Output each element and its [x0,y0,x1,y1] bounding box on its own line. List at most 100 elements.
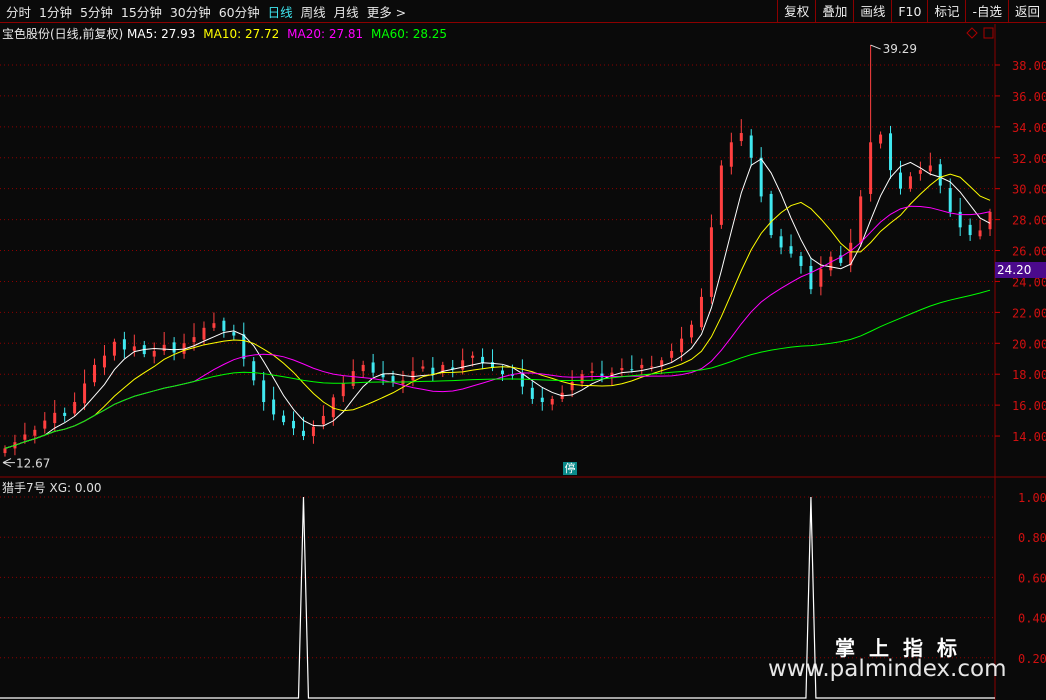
candle-body [520,373,524,387]
low-arrow-icon [2,458,15,468]
candle-body [908,176,912,189]
ma20-line [4,205,991,449]
candle-body [232,332,236,336]
candle-body [461,360,465,370]
sub-y-tick-label: 0.80 [1018,531,1046,545]
ma10-line [4,173,991,449]
y-tick-label: 34.00 [1012,121,1046,135]
candle-body [361,364,365,372]
candle-body [988,211,992,230]
candle-body [819,269,823,287]
candle-body [859,196,863,243]
candle-body [530,387,534,399]
candle-body [132,346,136,351]
candle-body [471,355,475,358]
candle-body [301,430,305,437]
candle-body [968,224,972,236]
candle-body [3,448,7,454]
candle-body [93,364,97,383]
candle-body [928,165,932,172]
candle-body [391,376,395,382]
candle-body [202,327,206,340]
candle-body [252,361,256,381]
y-tick-label: 16.00 [1012,399,1046,413]
candle-body [212,323,216,328]
candle-body [680,338,684,353]
candle-body [411,371,415,381]
candle-body [43,420,47,429]
candle-body [640,364,644,369]
candle-body [172,342,176,353]
sub-y-tick-label: 0.20 [1018,652,1046,666]
y-tick-label: 26.00 [1012,245,1046,259]
suspend-marker[interactable]: 停 [563,462,577,475]
candle-body [879,134,883,144]
candle-body [918,170,922,174]
candle-body [809,265,813,290]
y-tick-label: 14.00 [1012,430,1046,444]
candle-body [272,399,276,415]
candle-body [869,142,873,194]
candle-body [371,362,375,373]
candle-body [938,164,942,186]
candle-body [620,368,624,371]
candle-body [749,135,753,158]
candle-body [112,341,116,356]
candle-body [759,157,763,197]
panel-toggle-icon [983,27,994,39]
candle-body [670,351,674,358]
candle-body [63,412,67,416]
candle-body [102,355,106,368]
sub-y-tick-label: 0.40 [1018,612,1046,626]
candle-body [978,230,982,237]
candle-body [431,367,435,375]
candle-body [699,296,703,328]
sub-y-tick-label: 0.60 [1018,571,1046,585]
candle-body [540,397,544,403]
candle-body [709,227,713,297]
candle-body [152,351,156,357]
candle-body [500,370,504,375]
candle-body [550,398,554,405]
candle-body [580,374,584,384]
candle-body [690,324,694,338]
candle-body [242,334,246,359]
candle-body [630,369,634,371]
y-tick-label: 18.00 [1012,368,1046,382]
candle-body [789,246,793,254]
y-tick-label: 30.00 [1012,183,1046,197]
candle-body [719,165,723,225]
candle-body [282,415,286,423]
low-price-label: 12.67 [16,457,50,471]
candle-body [262,380,266,403]
candle-body [321,415,325,425]
candle-body [590,371,594,373]
candle-body [162,344,166,352]
candle-body [351,371,355,386]
y-tick-label: 38.00 [1012,59,1046,73]
candle-body [889,133,893,171]
y-tick-label: 36.00 [1012,90,1046,104]
current-price-tag: 24.20 [995,262,1046,278]
y-tick-label: 32.00 [1012,152,1046,166]
y-tick-label: 22.00 [1012,306,1046,320]
candle-body [222,320,226,331]
diamond-icon [966,27,978,39]
candle-body [739,133,743,142]
candle-body [829,256,833,271]
candle-body [122,339,126,350]
candle-body [729,142,733,167]
candle-body [53,412,57,424]
candle-body [23,434,27,440]
candle-body [898,172,902,189]
candle-body [650,366,654,368]
candle-body [769,193,773,236]
candle-body [311,426,315,437]
y-tick-label: 28.00 [1012,214,1046,228]
candle-body [73,402,77,414]
y-tick-label: 20.00 [1012,337,1046,351]
candle-body [33,429,37,436]
candle-body [83,383,87,404]
candle-body [192,337,196,343]
kline-chart[interactable]: 14.0016.0018.0020.0022.0024.0026.0028.00… [0,0,1046,700]
